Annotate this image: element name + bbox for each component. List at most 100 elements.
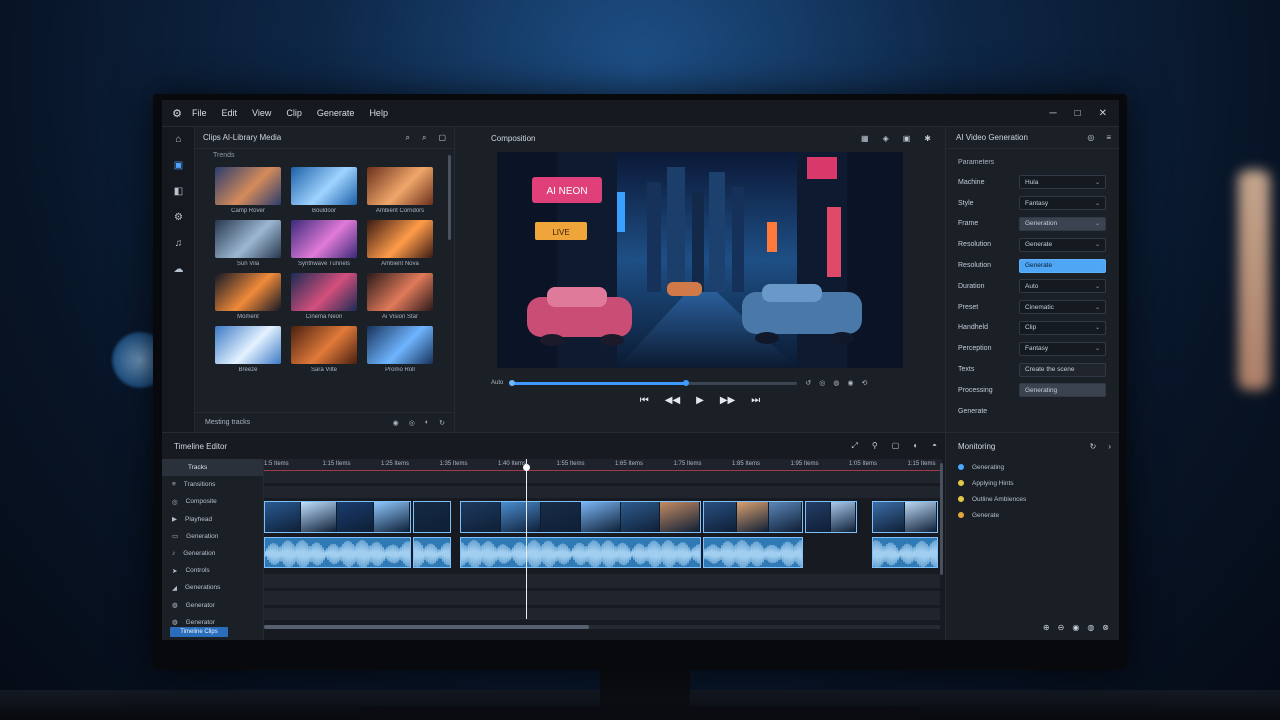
settings-icon[interactable]: ✱ bbox=[924, 134, 931, 143]
parameter-select[interactable]: Create the scene bbox=[1019, 362, 1106, 377]
scrub-playhead-knob[interactable] bbox=[682, 379, 689, 386]
home-icon[interactable]: ⌂ bbox=[162, 127, 195, 153]
menu-edit[interactable]: Edit bbox=[222, 108, 238, 118]
media-thumbnail[interactable]: Ai Vision Star bbox=[367, 273, 433, 320]
refresh-icon[interactable]: ↻ bbox=[1090, 442, 1097, 451]
audio-clip[interactable] bbox=[412, 537, 452, 568]
target-icon[interactable]: ◎ bbox=[1087, 133, 1094, 142]
fast-forward-icon[interactable]: ▶▶ bbox=[720, 395, 735, 406]
menu-view[interactable]: View bbox=[252, 108, 271, 118]
loop-icon[interactable]: ↺ bbox=[805, 379, 811, 387]
play-icon[interactable]: ▶ bbox=[696, 395, 704, 406]
clip-icon[interactable]: ▢ bbox=[892, 441, 900, 451]
media-thumbnail[interactable]: Synthwave Tunnels bbox=[291, 220, 357, 267]
speed-icon[interactable]: ◎ bbox=[819, 379, 825, 387]
reset-icon[interactable]: ⟲ bbox=[862, 379, 868, 387]
timeline-ruler[interactable]: 1:5 Items 1:15 Items 1:25 Items 1:35 Items 1… bbox=[264, 459, 942, 471]
video-clip[interactable] bbox=[703, 501, 803, 533]
timeline-clips-button[interactable]: Timeline Clips bbox=[170, 627, 228, 637]
media-thumbnail[interactable]: Cinema Neon bbox=[291, 273, 357, 320]
parameter-select[interactable]: Generate ⌄ bbox=[1019, 237, 1106, 252]
media-thumbnail[interactable]: Breeze bbox=[215, 326, 281, 373]
parameter-select[interactable]: Generation ⌄ bbox=[1019, 216, 1106, 231]
timeline-playhead[interactable] bbox=[526, 459, 527, 619]
expand-icon[interactable]: ⤢ bbox=[851, 441, 857, 451]
menu-clip[interactable]: Clip bbox=[286, 108, 302, 118]
audio-icon[interactable]: ♫ bbox=[162, 231, 195, 257]
zoom-out-icon[interactable]: ⊖ bbox=[1058, 623, 1065, 632]
video-clip[interactable] bbox=[412, 501, 452, 533]
video-preview[interactable]: AI NEON LIVE bbox=[497, 152, 903, 368]
parameter-select[interactable]: Clip ⌄ bbox=[1019, 320, 1106, 335]
record-icon[interactable]: ◉ bbox=[393, 419, 399, 427]
scrub-track[interactable] bbox=[509, 379, 798, 386]
track-label[interactable]: ▶ Playhead bbox=[162, 511, 263, 528]
grid-icon[interactable]: ▦ bbox=[861, 134, 869, 143]
search-icon[interactable]: ⌕ bbox=[405, 133, 409, 143]
playhead-handle[interactable] bbox=[523, 464, 530, 471]
parameter-select[interactable]: Auto ⌄ bbox=[1019, 279, 1106, 294]
track-label[interactable]: ➤ Controls bbox=[162, 562, 263, 579]
audio-clip[interactable] bbox=[703, 537, 803, 568]
video-clip[interactable] bbox=[460, 501, 702, 533]
effects-icon[interactable]: ⚙ bbox=[162, 205, 195, 231]
media-thumbnail[interactable]: Promo Roll bbox=[367, 326, 433, 373]
parameter-select[interactable]: Fantasy ⌄ bbox=[1019, 196, 1106, 211]
video-clip[interactable] bbox=[872, 501, 938, 533]
track-label[interactable]: ▭ Generation bbox=[162, 528, 263, 545]
record-icon[interactable]: ◉ bbox=[847, 379, 853, 387]
media-thumbnail[interactable]: Bouldoor bbox=[291, 167, 357, 214]
cloud-icon[interactable]: ☁ bbox=[162, 257, 195, 283]
menu-file[interactable]: File bbox=[192, 108, 207, 118]
zoom-icon[interactable]: ⌕ bbox=[422, 133, 426, 143]
maximize-icon[interactable]: □ bbox=[1075, 108, 1081, 119]
track-label[interactable]: ◎ Composite bbox=[162, 493, 263, 510]
track-label[interactable]: ◢ Generations bbox=[162, 579, 263, 596]
video-clip[interactable] bbox=[804, 501, 857, 533]
calendar-icon[interactable]: ◧ bbox=[162, 179, 195, 205]
split-icon[interactable]: ◐ bbox=[913, 441, 918, 451]
media-scrollbar[interactable] bbox=[448, 155, 451, 240]
menu-icon[interactable]: ≡ bbox=[1106, 133, 1111, 142]
parameter-select[interactable]: Hula ⌄ bbox=[1019, 175, 1106, 190]
frame-icon[interactable]: ▣ bbox=[903, 134, 911, 143]
scrollbar-thumb[interactable] bbox=[264, 625, 589, 629]
media-thumbnail[interactable]: Ambient Nova bbox=[367, 220, 433, 267]
close-icon[interactable]: ✕ bbox=[1099, 108, 1107, 119]
skip-forward-icon[interactable]: ⏭ bbox=[751, 395, 760, 406]
track-label[interactable]: ♪ Generation bbox=[162, 545, 263, 562]
minimize-icon[interactable]: ─ bbox=[1049, 108, 1056, 119]
audio-clip[interactable] bbox=[872, 537, 938, 568]
menu-generate[interactable]: Generate bbox=[317, 108, 355, 118]
settings-icon[interactable]: ◍ bbox=[1087, 623, 1094, 632]
parameter-select[interactable]: Generating bbox=[1019, 383, 1106, 398]
track-label[interactable]: Tracks bbox=[162, 459, 263, 477]
parameter-select[interactable]: Generate ⌄ bbox=[1019, 258, 1106, 273]
folder-icon[interactable]: ▢ bbox=[438, 133, 446, 143]
refresh-icon[interactable]: ↻ bbox=[439, 419, 445, 427]
volume-icon[interactable]: ◍ bbox=[833, 379, 839, 387]
track-label[interactable]: ≡ Transitions bbox=[162, 476, 263, 493]
timeline-vertical-scrollbar[interactable] bbox=[940, 463, 943, 575]
skip-back-icon[interactable]: ⏮ bbox=[640, 395, 649, 406]
contrast-icon[interactable]: ◐ bbox=[425, 419, 429, 427]
zoom-in-icon[interactable]: ⊕ bbox=[1043, 623, 1050, 632]
snap-icon[interactable]: ⚲ bbox=[872, 441, 878, 451]
track-label[interactable]: ◍ Generator bbox=[162, 597, 263, 614]
media-library-icon[interactable]: ▣ bbox=[162, 153, 195, 179]
media-thumbnail[interactable]: Sun Vila bbox=[215, 220, 281, 267]
scrub-start-knob[interactable] bbox=[509, 379, 516, 386]
media-thumbnail[interactable]: Moment bbox=[215, 273, 281, 320]
track-area[interactable] bbox=[264, 471, 940, 621]
chevron-right-icon[interactable]: › bbox=[1108, 442, 1111, 451]
audio-clip[interactable] bbox=[460, 537, 702, 568]
close-circle-icon[interactable]: ⊗ bbox=[1102, 623, 1109, 632]
menu-help[interactable]: Help bbox=[369, 108, 388, 118]
timeline-horizontal-scrollbar[interactable] bbox=[264, 625, 940, 629]
record-icon[interactable]: ◉ bbox=[1072, 623, 1079, 632]
gear-icon[interactable]: ⚙ bbox=[162, 107, 192, 120]
audio-clip[interactable] bbox=[264, 537, 411, 568]
video-clip[interactable] bbox=[264, 501, 411, 533]
target-icon[interactable]: ◎ bbox=[409, 419, 415, 427]
layers-icon[interactable]: ◈ bbox=[883, 134, 889, 143]
